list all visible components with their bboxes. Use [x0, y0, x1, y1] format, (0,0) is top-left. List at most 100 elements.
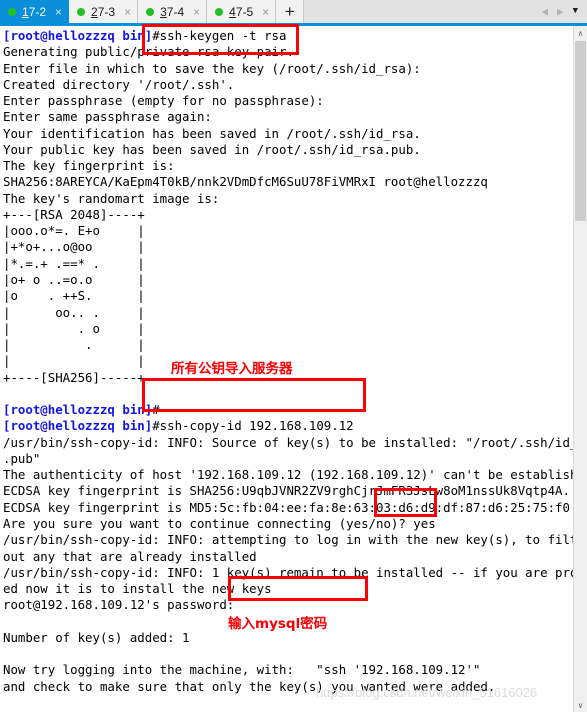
tab-2-label: 27-3: [91, 5, 115, 19]
tab-bar: 17-2 × 27-3 × 37-4 × 47-5 × + ◀ ▶ ▼: [0, 0, 587, 26]
terminal-line-text: Enter same passphrase again:: [3, 109, 212, 125]
tab-1[interactable]: 17-2 ×: [0, 0, 70, 23]
terminal-line: | . |: [3, 337, 573, 353]
scrollbar-down-arrow-icon[interactable]: ∨: [574, 698, 587, 712]
tab-2[interactable]: 27-3 ×: [69, 0, 139, 23]
terminal-line: The key's randomart image is:: [3, 191, 573, 207]
terminal-line-text: Your public key has been saved in /root/…: [3, 141, 421, 157]
terminal-line-text: /usr/bin/ssh-copy-id: INFO: 1 key(s) rem…: [3, 564, 573, 580]
scrollbar-thumb[interactable]: [575, 41, 586, 221]
tab-1-key: 1: [22, 4, 29, 19]
terminal-line-text: | . |: [3, 337, 145, 353]
tab-3[interactable]: 37-4 ×: [138, 0, 208, 23]
terminal-line: /usr/bin/ssh-copy-id: INFO: 1 key(s) rem…: [3, 565, 573, 581]
terminal-line: .pub": [3, 451, 573, 467]
terminal-line-text: Now try logging into the machine, with: …: [3, 662, 481, 678]
terminal-line: /usr/bin/ssh-copy-id: INFO: Source of ke…: [3, 435, 573, 451]
tab-3-key: 3: [160, 4, 167, 19]
terminal-line-text: Enter passphrase (empty for no passphras…: [3, 93, 324, 109]
terminal-line-text: |ooo.o*=. E+o |: [3, 223, 145, 239]
tab-4-key: 4: [229, 4, 236, 19]
terminal-line: |+*o+...o@oo |: [3, 239, 573, 255]
terminal-line-text: SHA256:8AREYCA/KaEpm4T0kB/nnk2VDmDfcM6Su…: [3, 174, 488, 190]
terminal-line-text: Your identification has been saved in /r…: [3, 125, 421, 141]
terminal-line-text: #: [152, 402, 160, 418]
terminal-line: |o+ o ..=o.o |: [3, 272, 573, 288]
terminal-line-text: ECDSA key fingerprint is SHA256:U9qbJVNR…: [3, 483, 570, 499]
terminal-prompt: [root@hellozzzq bin]: [3, 418, 153, 434]
tab-4-close-icon[interactable]: ×: [262, 6, 269, 18]
terminal-line: ECDSA key fingerprint is SHA256:U9qbJVNR…: [3, 483, 573, 499]
terminal-line: Now try logging into the machine, with: …: [3, 662, 573, 678]
terminal-line-text: The key's randomart image is:: [3, 190, 220, 206]
terminal-line: [root@hellozzzq bin]#ssh-copy-id 192.168…: [3, 418, 573, 434]
terminal-line-text: |o+ o ..=o.o |: [3, 271, 145, 287]
terminal-line-text: .pub": [3, 450, 41, 466]
tab-4-label: 47-5: [229, 5, 253, 19]
terminal-line: The authenticity of host '192.168.109.12…: [3, 467, 573, 483]
terminal-line: Generating public/private rsa key pair.: [3, 44, 573, 60]
terminal-line: ed now it is to install the new keys: [3, 581, 573, 597]
terminal-line-text: | . o |: [3, 320, 145, 336]
tab-scroll-left-icon[interactable]: ◀: [541, 6, 548, 17]
terminal-line: Enter same passphrase again:: [3, 109, 573, 125]
terminal-line-text: |o . ++S. |: [3, 288, 145, 304]
terminal-line: SHA256:8AREYCA/KaEpm4T0kB/nnk2VDmDfcM6Su…: [3, 174, 573, 190]
tab-1-label: 17-2: [22, 5, 46, 19]
terminal-line-text: +---[RSA 2048]----+: [3, 206, 145, 222]
tab-bar-filler: [304, 0, 542, 23]
terminal-line-text: Enter file in which to save the key (/ro…: [3, 60, 421, 76]
terminal-line: |ooo.o*=. E+o |: [3, 223, 573, 239]
terminal-line-text: #ssh-copy-id 192.168.109.12: [152, 418, 354, 434]
terminal-line: |o . ++S. |: [3, 288, 573, 304]
terminal-line-text: out any that are already installed: [3, 548, 257, 564]
terminal-line-text: | oo.. . |: [3, 304, 145, 320]
terminal-line: Enter file in which to save the key (/ro…: [3, 61, 573, 77]
tab-status-dot-icon: [215, 7, 224, 16]
terminal-line-text: Generating public/private rsa key pair.: [3, 44, 294, 60]
tab-3-label: 37-4: [160, 5, 184, 19]
terminal-line-text: |*.=.+ .==* . |: [3, 255, 145, 271]
tab-4-rest: 7-5: [235, 4, 254, 19]
annotation-note-enter-mysql-password: 输入mysql密码: [228, 616, 328, 632]
terminal-line: Enter passphrase (empty for no passphras…: [3, 93, 573, 109]
tab-status-dot-icon: [146, 7, 155, 16]
terminal-line-text: |+*o+...o@oo |: [3, 239, 145, 255]
watermark-text: https://blog.csdn.net/weixin_51616026: [316, 685, 538, 700]
terminal-line: +---[RSA 2048]----+: [3, 207, 573, 223]
terminal-scrollbar[interactable]: ∧ ∨: [573, 26, 587, 712]
new-tab-button[interactable]: +: [276, 0, 305, 23]
tab-1-rest: 7-2: [28, 4, 47, 19]
tab-list-dropdown-icon[interactable]: ▼: [573, 7, 578, 16]
tab-1-close-icon[interactable]: ×: [55, 6, 62, 18]
terminal-line: Created directory '/root/.ssh'.: [3, 77, 573, 93]
terminal-line-text: ECDSA key fingerprint is MD5:5c:fb:04:ee…: [3, 499, 573, 515]
terminal-line: | oo.. . |: [3, 305, 573, 321]
terminal-line: out any that are already installed: [3, 549, 573, 565]
terminal-prompt: [root@hellozzzq bin]: [3, 28, 153, 43]
tab-nav-controls: ◀ ▶ ▼: [541, 0, 587, 23]
terminal-line-text: /usr/bin/ssh-copy-id: INFO: attempting t…: [3, 532, 573, 548]
terminal-line: ECDSA key fingerprint is MD5:5c:fb:04:ee…: [3, 500, 573, 516]
terminal-line-text: Number of key(s) added: 1: [3, 629, 190, 645]
tab-2-key: 2: [91, 4, 98, 19]
terminal-line-text: #ssh-keygen -t rsa: [152, 28, 287, 43]
terminal-line-text: Created directory '/root/.ssh'.: [3, 76, 235, 92]
terminal-line: | . o |: [3, 321, 573, 337]
tab-3-close-icon[interactable]: ×: [193, 6, 200, 18]
terminal-line: The key fingerprint is:: [3, 158, 573, 174]
tab-scroll-right-icon[interactable]: ▶: [557, 6, 564, 17]
tab-4[interactable]: 47-5 ×: [207, 0, 277, 23]
terminal-line: [root@hellozzzq bin]#: [3, 402, 573, 418]
tab-2-close-icon[interactable]: ×: [124, 6, 131, 18]
terminal-line: Are you sure you want to continue connec…: [3, 516, 573, 532]
scrollbar-up-arrow-icon[interactable]: ∧: [574, 26, 587, 40]
terminal-line-text: Are you sure you want to continue connec…: [3, 515, 436, 531]
terminal-line-text: /usr/bin/ssh-copy-id: INFO: Source of ke…: [3, 434, 573, 450]
tab-2-rest: 7-3: [97, 4, 116, 19]
terminal-line-text: | |: [3, 353, 145, 369]
tab-3-rest: 7-4: [166, 4, 185, 19]
terminal-line: /usr/bin/ssh-copy-id: INFO: attempting t…: [3, 532, 573, 548]
